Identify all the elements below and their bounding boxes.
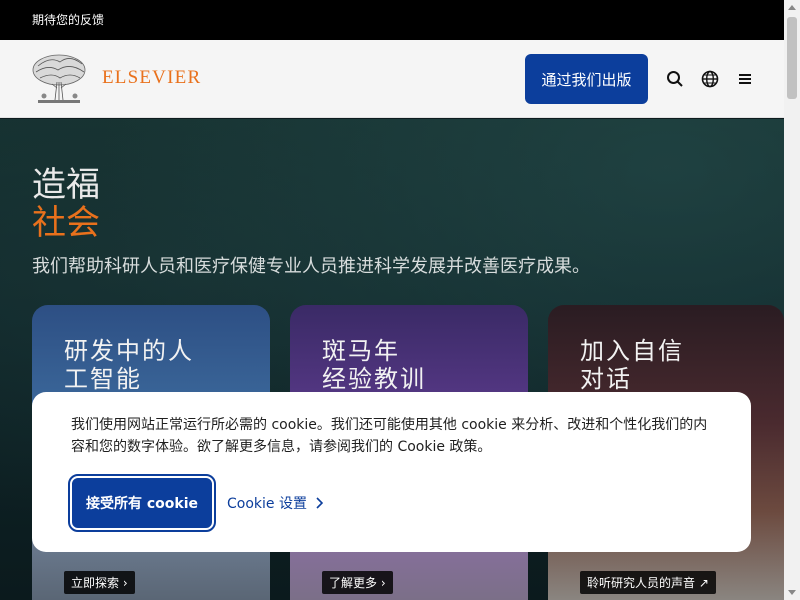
card-title-line2: 工智能 [64,365,142,393]
scroll-up-arrow-icon[interactable] [788,5,796,10]
site-header: ELSEVIER 通过我们出版 [0,40,784,118]
feedback-bar: 期待您的反馈 [0,0,784,40]
card-title-line2: 经验教训 [322,365,426,393]
elsevier-wordmark[interactable]: ELSEVIER [102,67,201,89]
cookie-consent-banner: 我们使用网站正常运行所必需的 cookie。我们还可能使用其他 cookie 来… [32,392,751,552]
card-title-line1: 研发中的人 [64,337,194,365]
external-arrow-icon: ↗ [698,576,709,590]
cookie-consent-text: 我们使用网站正常运行所必需的 cookie。我们还可能使用其他 cookie 来… [71,417,708,455]
scroll-down-arrow-icon[interactable] [788,590,796,595]
card-title-line2: 对话 [580,365,632,393]
card-link-label: 了解更多 [329,576,378,590]
cookie-settings-link[interactable]: Cookie 设置 [227,493,323,513]
page-scrollbar[interactable] [784,0,800,600]
feedback-link[interactable]: 期待您的反馈 [32,11,104,28]
card-link-learn-more[interactable]: 了解更多 › [322,571,393,594]
card-title-line1: 加入自信 [580,337,684,365]
chevron-right-icon: › [122,576,128,590]
card-title-line1: 斑马年 [322,337,400,365]
chevron-right-icon [316,497,323,509]
card-title: 加入自信 对话 [580,337,684,393]
hero-title-line2: 社会 [32,203,100,243]
hero-subtitle: 我们帮助科研人员和医疗保健专业人员推进科学发展并改善医疗成果。 [32,256,590,277]
card-title: 研发中的人 工智能 [64,337,194,393]
cookie-settings-label: Cookie 设置 [227,496,307,512]
accept-all-cookies-button[interactable]: 接受所有 cookie [68,474,216,532]
search-icon[interactable] [664,68,686,90]
chevron-right-icon: › [380,576,386,590]
card-link-explore[interactable]: 立即探索 › [64,571,135,594]
elsevier-tree-logo-icon[interactable] [30,52,88,106]
card-link-label: 立即探索 [71,576,120,590]
card-link-listen[interactable]: 聆听研究人员的声音 ↗ [580,571,716,594]
card-title: 斑马年 经验教训 [322,337,426,393]
globe-icon[interactable] [699,68,721,90]
publish-with-us-button[interactable]: 通过我们出版 [525,54,648,104]
scrollbar-thumb[interactable] [787,17,797,99]
menu-icon[interactable] [734,68,756,90]
card-link-label: 聆听研究人员的声音 [587,576,696,590]
